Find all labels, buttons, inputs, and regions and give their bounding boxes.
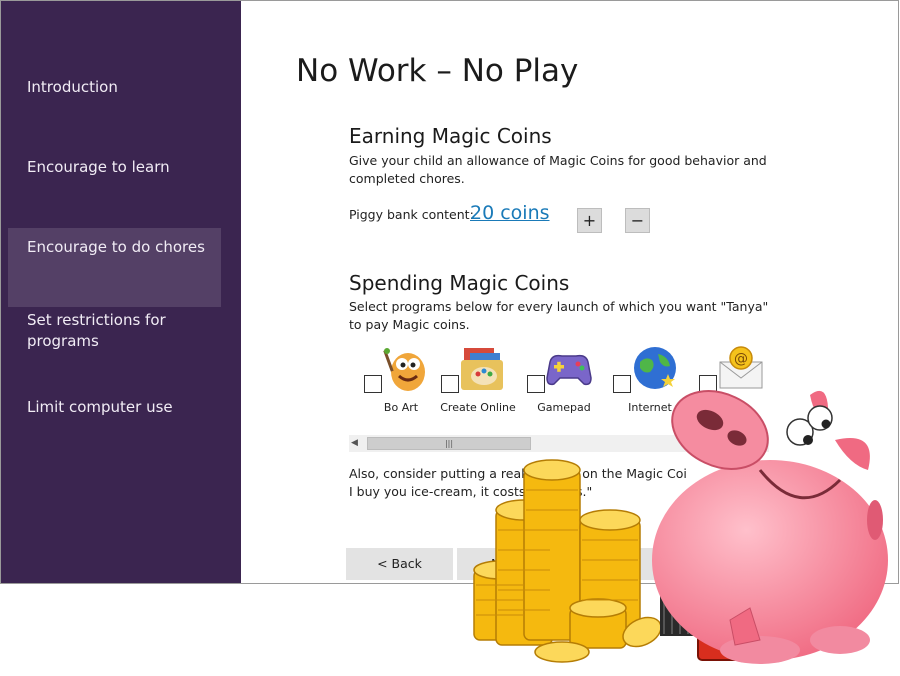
program-checkbox[interactable] <box>699 375 717 393</box>
program-label: Bo Art <box>383 401 419 414</box>
programs-scrollbar[interactable]: ◀ ||| <box>349 435 769 452</box>
sidebar-item-set-restrictions[interactable]: Set restrictions for programs <box>8 310 221 354</box>
advice-line2-start: I buy you ice-cream, it costs y <box>349 484 537 499</box>
svg-text:@: @ <box>734 351 748 367</box>
piggy-bank-label: Piggy bank content: <box>349 207 474 222</box>
advice-text: Also, consider putting a real w e on the… <box>349 465 809 501</box>
monster-art-icon <box>383 348 425 391</box>
add-coins-button[interactable]: + <box>577 208 602 233</box>
sidebar-item-encourage-learn[interactable]: Encourage to learn <box>8 157 221 179</box>
gamepad-icon <box>546 354 592 386</box>
spending-section-title: Spending Magic Coins <box>349 271 570 295</box>
program-item: Internet <box>610 344 690 419</box>
sidebar-item-limit-computer-use[interactable]: Limit computer use <box>8 397 221 419</box>
advice-line1-end: e on the Magic Coi <box>570 466 687 481</box>
next-button[interactable]: N <box>457 548 567 580</box>
program-item: Gamepad <box>524 344 604 419</box>
scroll-left-icon[interactable]: ◀ <box>351 438 358 448</box>
program-label: Create Online <box>440 401 516 414</box>
earning-description: Give your child an allowance of Magic Co… <box>349 153 767 186</box>
program-checkbox[interactable] <box>364 375 382 393</box>
program-checkbox[interactable] <box>613 375 631 393</box>
program-checkbox[interactable] <box>527 375 545 393</box>
scroll-thumb[interactable]: ||| <box>367 437 531 450</box>
email-icon: @ <box>719 346 763 389</box>
program-item: Bo Art <box>361 344 441 419</box>
back-button[interactable]: < Back <box>346 548 453 580</box>
advice-line1-start: Also, consider putting a real w <box>349 466 539 481</box>
globe-icon <box>634 347 676 389</box>
program-item: @ <box>696 344 776 419</box>
sidebar-item-introduction[interactable]: Introduction <box>8 77 221 99</box>
main-content: No Work – No Play Earning Magic Coins Gi… <box>241 1 898 583</box>
sidebar: Introduction Encourage to learn Encourag… <box>1 1 241 583</box>
footer-button-3[interactable] <box>571 548 661 580</box>
remove-coins-button[interactable]: − <box>625 208 650 233</box>
coins-amount-link[interactable]: 20 coins <box>470 202 550 224</box>
program-label: Internet <box>628 401 672 414</box>
app-window: Introduction Encourage to learn Encourag… <box>0 0 899 584</box>
program-label: Gamepad <box>537 401 591 414</box>
program-item: Create Online <box>438 344 518 419</box>
advice-line2-end: ls." <box>572 484 593 499</box>
earning-section-title: Earning Magic Coins <box>349 124 552 148</box>
spending-description: Select programs below for every launch o… <box>349 299 769 332</box>
sidebar-item-encourage-chores[interactable]: Encourage to do chores <box>8 228 221 307</box>
program-checkbox[interactable] <box>441 375 459 393</box>
footer-button-4[interactable] <box>677 548 787 580</box>
page-title: No Work – No Play <box>296 53 579 89</box>
palette-icon <box>461 348 503 390</box>
